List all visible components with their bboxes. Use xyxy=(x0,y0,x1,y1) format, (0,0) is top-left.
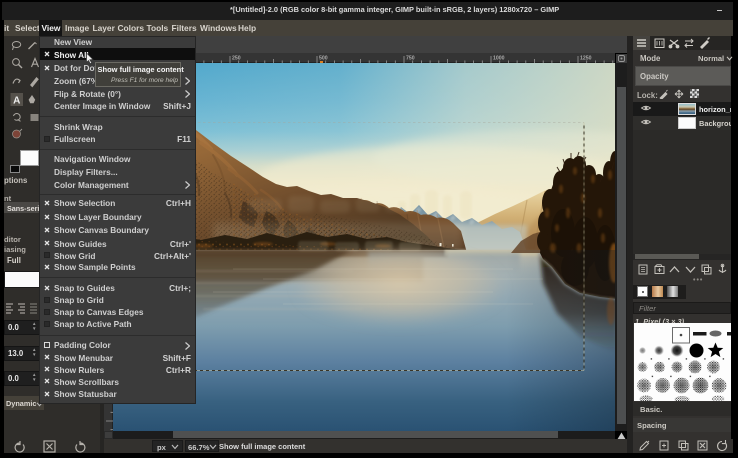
svg-text:A: A xyxy=(13,95,20,106)
svg-text:1000: 1000 xyxy=(493,56,505,62)
svg-text:1250: 1250 xyxy=(580,56,592,62)
svg-text:250: 250 xyxy=(232,56,241,62)
svg-text:500: 500 xyxy=(319,56,328,62)
svg-text:750: 750 xyxy=(406,56,415,62)
